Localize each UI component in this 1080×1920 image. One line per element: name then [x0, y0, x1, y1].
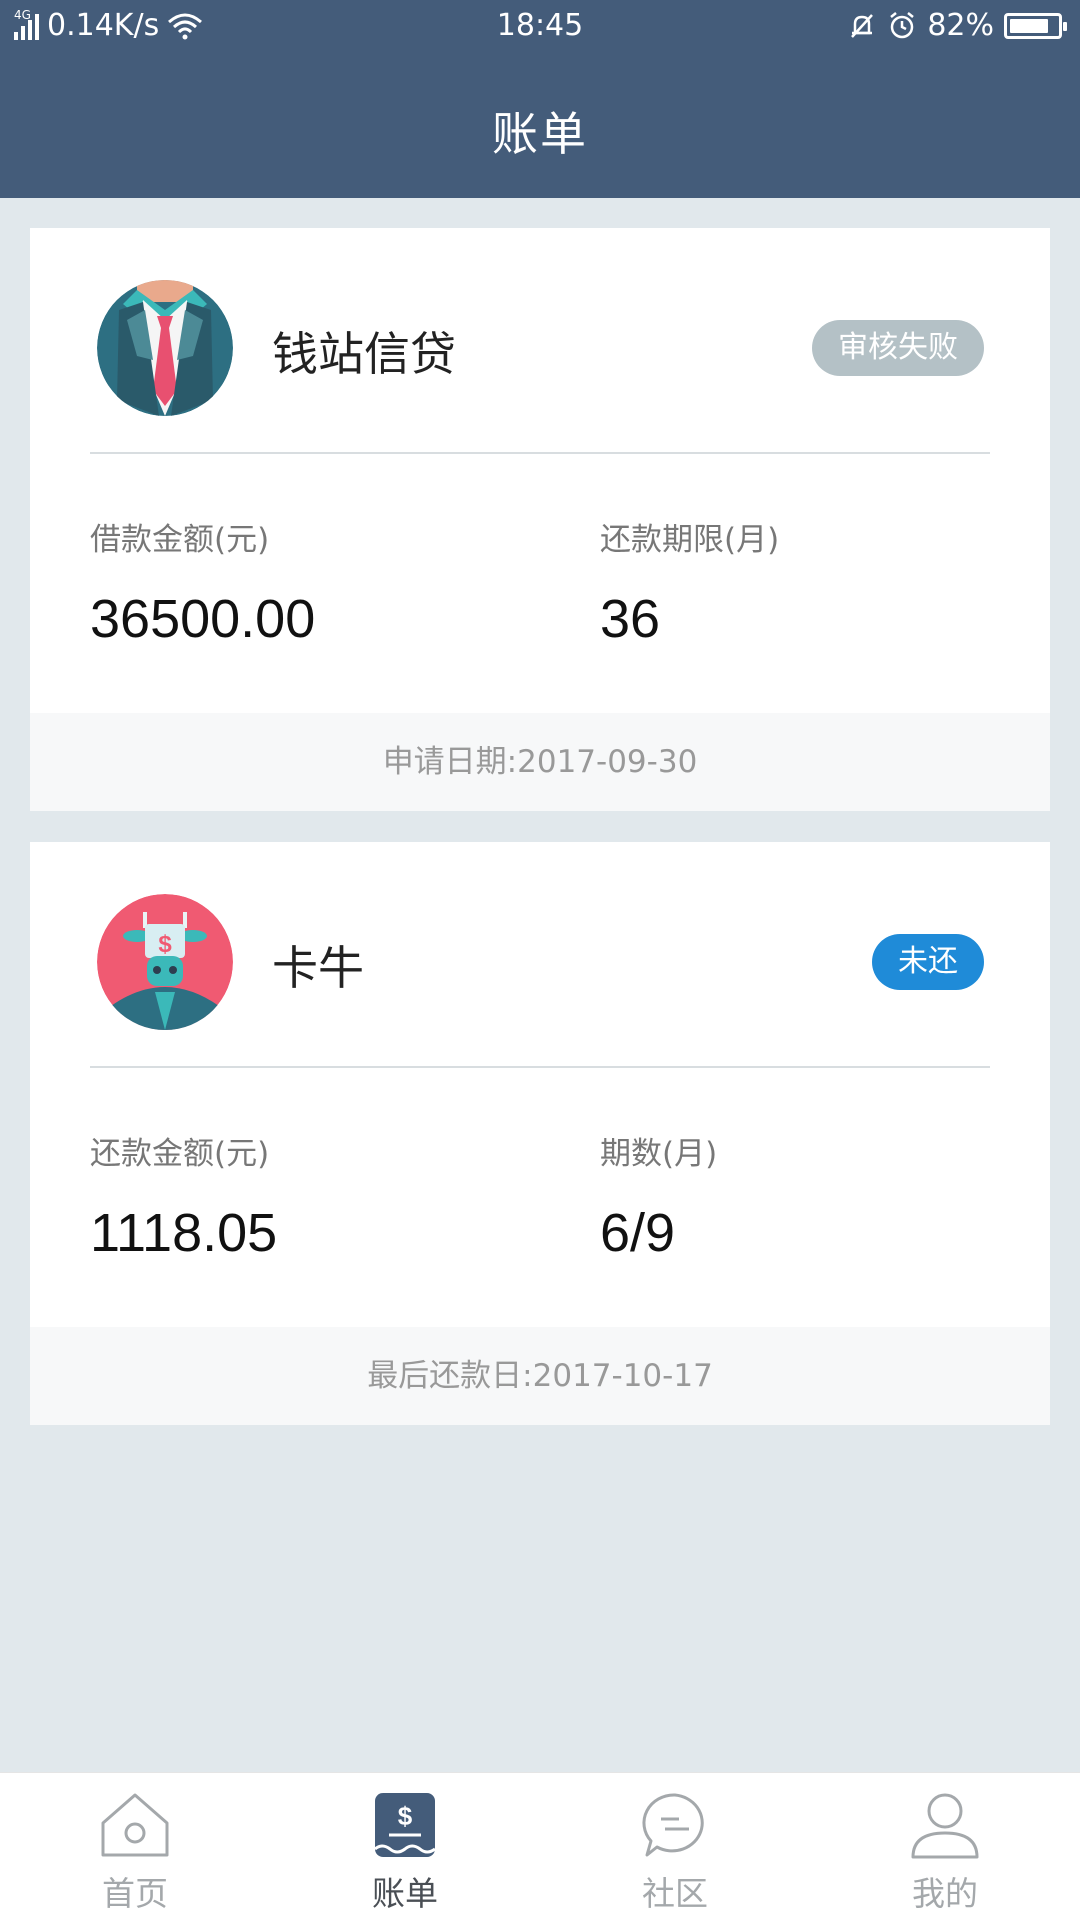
- tab-label: 社区: [642, 1874, 708, 1913]
- bill-card[interactable]: $ 卡牛 未还 还款金额(元) 1118.05 期数(月) 6/9 最后还款日:…: [30, 842, 1050, 1425]
- mute-bell-icon: [851, 13, 874, 38]
- bill-icon: $: [374, 1793, 436, 1857]
- card-header: 钱站信贷 审核失败: [30, 228, 1050, 452]
- bottom-tab-bar: 首页 $ 账单 社区 我的: [0, 1772, 1080, 1920]
- community-chat-icon: [642, 1793, 704, 1857]
- lender-logo-cow-icon: $: [97, 894, 233, 1030]
- tab-label: 首页: [102, 1874, 168, 1913]
- bill-metrics: 借款金额(元) 36500.00 还款期限(月) 36: [30, 454, 1050, 714]
- metric-value: 36500.00: [90, 589, 316, 649]
- status-badge: 未还: [872, 934, 984, 990]
- profile-icon: [911, 1793, 979, 1859]
- status-bar: 4G 0.14K/s 18:45 82%: [0, 0, 1080, 54]
- battery-icon: [1004, 12, 1067, 39]
- status-badge: 审核失败: [812, 320, 984, 376]
- home-icon: [101, 1793, 169, 1857]
- lender-logo-businessman-icon: [97, 280, 233, 416]
- tab-label: 账单: [372, 1874, 438, 1913]
- metric-label: 期数(月): [600, 1136, 718, 1172]
- status-right: 82%: [847, 8, 1067, 43]
- app-header: 4G 0.14K/s 18:45 82% 账单: [0, 0, 1080, 198]
- lender-name: 钱站信贷: [272, 327, 456, 381]
- battery-level: [1010, 18, 1048, 33]
- card-footer-date: 最后还款日:2017-10-17: [30, 1327, 1050, 1425]
- bill-metrics: 还款金额(元) 1118.05 期数(月) 6/9: [30, 1068, 1050, 1328]
- tab-profile[interactable]: 我的: [810, 1773, 1080, 1920]
- card-footer-date: 申请日期:2017-09-30: [30, 713, 1050, 811]
- metric-label: 还款金额(元): [90, 1136, 270, 1172]
- metric-value: 1118.05: [90, 1203, 278, 1263]
- tab-bill[interactable]: $ 账单: [270, 1773, 540, 1920]
- card-header: $ 卡牛 未还: [30, 842, 1050, 1066]
- svg-text:$: $: [158, 931, 172, 958]
- metric-label: 借款金额(元): [90, 522, 270, 558]
- svg-text:$: $: [398, 1801, 413, 1831]
- lender-name: 卡牛: [272, 941, 364, 995]
- tab-home[interactable]: 首页: [0, 1773, 270, 1920]
- alarm-icon: [890, 11, 915, 38]
- tab-label: 我的: [912, 1874, 978, 1913]
- tab-community[interactable]: 社区: [540, 1773, 810, 1920]
- battery-percent: 82%: [927, 8, 994, 43]
- metric-value: 36: [600, 589, 661, 649]
- metric-label: 还款期限(月): [600, 522, 780, 558]
- bill-card[interactable]: 钱站信贷 审核失败 借款金额(元) 36500.00 还款期限(月) 36 申请…: [30, 228, 1050, 811]
- metric-value: 6/9: [600, 1203, 676, 1263]
- page-title: 账单: [492, 107, 588, 161]
